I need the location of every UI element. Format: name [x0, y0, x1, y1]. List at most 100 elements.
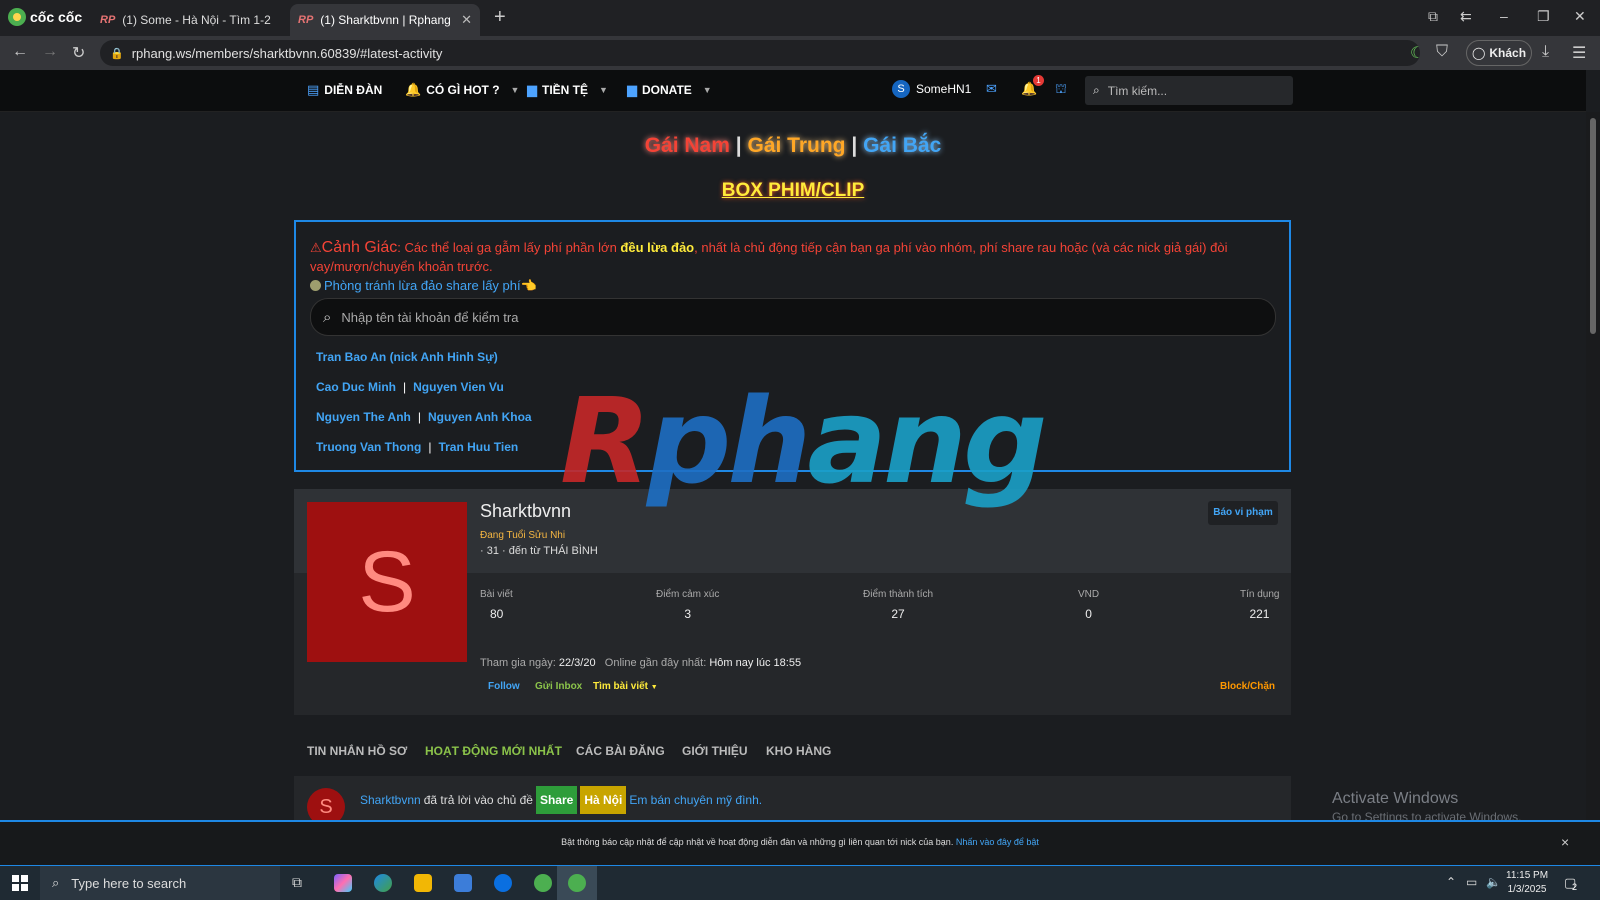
link-gai-trung[interactable]: Gái Trung [747, 134, 845, 157]
nav-dien-dan[interactable]: ▤ DIỄN ĐÀN [307, 82, 382, 98]
account-menu[interactable]: S SomeHN1 [892, 80, 971, 98]
profile-user-title: Đang Tuổi Sửu Nhi [480, 530, 566, 541]
profile-avatar[interactable]: S [307, 502, 467, 662]
reload-icon[interactable]: ↻ [72, 43, 85, 63]
volume-icon[interactable]: 🔈 [1486, 875, 1501, 889]
page-scrollbar[interactable] [1586, 112, 1600, 820]
stat-value: 0 [1085, 607, 1092, 621]
box-phim-link[interactable]: BOX PHIM/CLIP [0, 180, 1586, 202]
stat-vnd: VND 0 [1078, 589, 1099, 621]
follow-button[interactable]: Follow [488, 681, 520, 692]
taskbar-clock[interactable]: 11:15 PM 1/3/2025 [1506, 869, 1548, 897]
search-icon: ⌕ [52, 875, 60, 890]
tag-ha-noi[interactable]: Hà Nội [580, 786, 627, 814]
network-icon[interactable]: ▭ [1466, 875, 1477, 889]
activity-verb: đã trả lời vào chủ đề [423, 793, 533, 807]
notification-badge: 1 [1033, 75, 1044, 86]
scam-name-link[interactable]: Nguyen Anh Khoa [428, 410, 532, 424]
address-bar-row: ← → ↻ 🔒 rphang.ws/members/sharktbvnn.608… [0, 36, 1600, 86]
coccoc-icon[interactable] [534, 874, 552, 892]
coccoc-icon [8, 8, 26, 26]
restore-icon[interactable]: ❐ [1537, 8, 1550, 25]
stat-value[interactable]: 27 [863, 607, 933, 621]
moon-icon[interactable]: ☾ [1410, 43, 1424, 63]
edge-icon[interactable] [374, 874, 392, 892]
block-button[interactable]: Block/Chặn [1220, 681, 1275, 692]
url-field[interactable]: 🔒 rphang.ws/members/sharktbvnn.60839/#la… [100, 40, 1420, 66]
close-tab-icon[interactable]: ✕ [461, 12, 472, 28]
tab-about[interactable]: GIỚI THIỆU [682, 744, 748, 758]
user-avatar: S [892, 80, 910, 98]
menu-icon[interactable]: ☰ [1572, 43, 1586, 63]
scam-name-link[interactable]: Tran Bao An (nick Anh Hinh Sự) [316, 350, 498, 364]
scam-name-link[interactable]: Nguyen The Anh [316, 410, 411, 424]
history-back-icon[interactable]: ⇇ [1460, 8, 1472, 25]
envelope-icon[interactable]: ✉ [986, 81, 997, 97]
browser-tab-2[interactable]: RP (1) Sharktbvnn | Rphang | Di ✕ [290, 4, 480, 36]
link-gai-nam[interactable]: Gái Nam [645, 134, 730, 157]
activity-text: Sharktbvnn đã trả lời vào chủ đề Share H… [360, 786, 762, 814]
scam-tip-link[interactable]: Phòng tránh lừa đảo share lấy phí👈 [310, 278, 537, 294]
stat-credit: Tín dụng 221 [1240, 589, 1279, 621]
tab-latest-activity[interactable]: HOẠT ĐỘNG MỚI NHẤT [425, 744, 562, 758]
profile-user-info: · 31 · đến từ THÁI BÌNH [480, 545, 598, 557]
store-icon[interactable] [454, 874, 472, 892]
enable-notifications-link[interactable]: Nhấn vào đây để bật [956, 837, 1039, 847]
link-gai-bac[interactable]: Gái Bắc [863, 134, 941, 157]
account-check-input[interactable]: ⌕ Nhập tên tài khoản để kiểm tra [310, 298, 1276, 336]
scam-name-link[interactable]: Nguyen Vien Vu [413, 380, 504, 394]
scam-name-link[interactable]: Cao Duc Minh [316, 380, 396, 394]
tab-inventory[interactable]: KHO HÀNG [766, 744, 831, 758]
site-search-input[interactable]: ⌕ Tìm kiếm... [1085, 76, 1293, 105]
send-inbox-button[interactable]: Gửi Inbox [535, 681, 582, 692]
screenshot-icon[interactable]: ⧉ [1428, 8, 1438, 25]
scrollbar-thumb[interactable] [1590, 118, 1596, 334]
activate-windows-title: Activate Windows [1332, 790, 1459, 807]
windows-start-icon[interactable] [12, 875, 28, 891]
activity-thread-link[interactable]: Em bán chuyên mỹ đình. [629, 793, 762, 807]
stat-value[interactable]: 80 [490, 607, 513, 621]
chevron-up-icon[interactable]: ⌃ [1446, 875, 1456, 889]
new-tab-icon[interactable]: + [494, 6, 506, 29]
task-view-icon[interactable]: ⧉ [292, 874, 302, 891]
tab-title: (1) Some - Hà Nội - Tìm 1-2 nam [122, 13, 274, 27]
stat-value: 221 [1249, 607, 1270, 621]
zalo-icon[interactable] [494, 874, 512, 892]
minimize-icon[interactable]: – [1500, 8, 1508, 24]
nav-co-gi-hot[interactable]: 🔔 CÓ GÌ HOT ? ▼ [405, 82, 519, 98]
nav-donate[interactable]: ▆ DONATE ▼ [627, 82, 712, 98]
back-icon[interactable]: ← [12, 43, 28, 61]
store-icon[interactable]: ⛫ [1055, 81, 1067, 99]
download-icon[interactable]: ⤓ [1542, 43, 1549, 61]
browser-tab-1[interactable]: RP (1) Some - Hà Nội - Tìm 1-2 nam [92, 4, 282, 36]
copilot-icon[interactable] [334, 874, 352, 892]
close-window-icon[interactable]: ✕ [1574, 8, 1586, 25]
guest-profile-button[interactable]: ◯ Khách [1466, 40, 1532, 66]
online-label: Online gần đây nhất: [604, 657, 707, 669]
coccoc-logo[interactable]: cốc cốc [8, 8, 82, 26]
separator: | [417, 410, 422, 424]
stat-label: Tín dụng [1240, 589, 1280, 600]
scam-name-link[interactable]: Truong Van Thong [316, 440, 421, 454]
activity-user-link[interactable]: Sharktbvnn [360, 793, 421, 807]
activity-avatar[interactable]: S [307, 788, 345, 820]
forward-icon[interactable]: → [42, 43, 58, 61]
coccoc-active-icon[interactable] [568, 874, 586, 892]
warning-highlight: đều lừa đảo [620, 240, 695, 255]
taskbar-search-input[interactable]: ⌕ Type here to search [40, 866, 280, 900]
tab-profile-posts[interactable]: TIN NHẮN HỒ SƠ [307, 744, 407, 758]
report-button[interactable]: Báo vi phạm [1208, 501, 1278, 525]
file-explorer-icon[interactable] [414, 874, 432, 892]
search-icon: ⌕ [323, 308, 332, 326]
close-icon[interactable]: × [1561, 822, 1569, 862]
stat-posts: Bài viết 80 [480, 589, 513, 621]
stat-value[interactable]: 3 [656, 607, 719, 621]
separator: | [851, 134, 858, 157]
shield-icon[interactable]: ⛉ [1436, 43, 1448, 61]
scam-name-link[interactable]: Tran Huu Tien [438, 440, 518, 454]
nav-tien-te[interactable]: ▆ TIỀN TỆ ▼ [527, 82, 608, 98]
tab-postings[interactable]: CÁC BÀI ĐĂNG [576, 744, 665, 758]
find-posts-button[interactable]: Tìm bài viết ▼ [593, 681, 658, 692]
tag-share[interactable]: Share [535, 786, 578, 814]
nav-label: CÓ GÌ HOT ? [426, 83, 500, 97]
